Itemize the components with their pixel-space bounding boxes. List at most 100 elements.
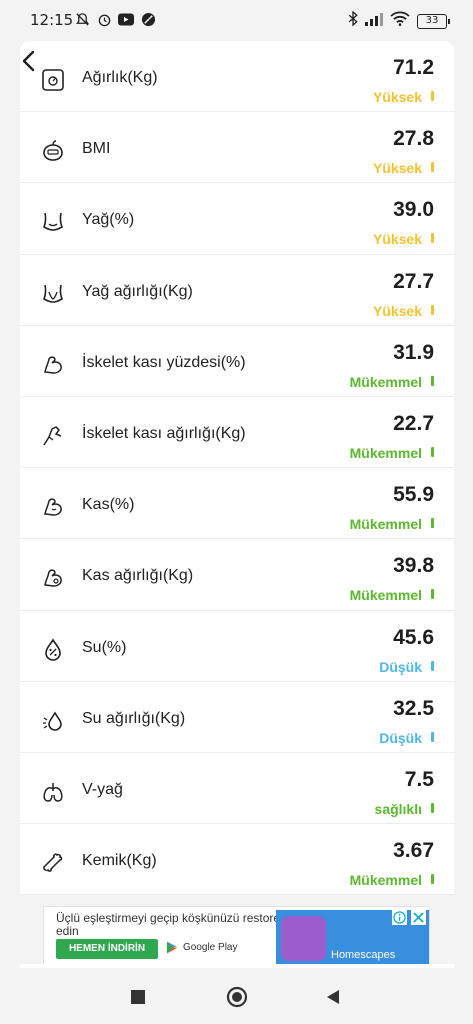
metric-label: V-yağ (82, 780, 123, 798)
signal-icon (365, 12, 383, 31)
metric-row[interactable]: Ağırlık(Kg) 71.2 Yüksek (20, 41, 454, 113)
battery-indicator: 33 (417, 13, 450, 29)
status-bar: 12:15 33 (0, 0, 473, 40)
metric-row[interactable]: Yağ ağırlığı(Kg) 27.7 Yüksek (20, 254, 454, 326)
home-icon (226, 986, 248, 1008)
status-indicator (431, 162, 434, 173)
metric-label: BMI (82, 140, 111, 158)
status-indicator (431, 589, 434, 600)
metric-status: Mükemmel (349, 587, 422, 604)
status-indicator (431, 446, 434, 457)
status-indicator (431, 233, 434, 244)
status-time: 12:15 (30, 11, 74, 29)
metric-value: 31.9 (393, 340, 434, 364)
metric-status: sağlıklı (374, 800, 422, 817)
metric-status: Düşük (379, 729, 422, 746)
metric-value: 71.2 (393, 56, 434, 79)
body-fat-icon (40, 209, 66, 235)
recent-apps-button[interactable] (125, 984, 151, 1010)
status-left-icons (74, 11, 156, 27)
ad-info-icon[interactable] (392, 910, 407, 925)
metric-row[interactable]: Su ağırlığı(Kg) 32.5 Düşük (20, 681, 454, 753)
metric-label: Kemik(Kg) (82, 852, 157, 870)
metric-label: İskelet kası yüzdesi(%) (82, 353, 246, 371)
metric-value: 7.5 (404, 767, 434, 791)
recent-apps-icon (131, 990, 145, 1004)
ad-text: Üçlü eşleştirmeyi geçip köşkünüzü restor… (56, 911, 281, 938)
ad-banner[interactable]: Üçlü eşleştirmeyi geçip köşkünüzü restor… (43, 906, 430, 966)
ad-store-label: Google Play (183, 942, 238, 953)
metric-row[interactable]: Kas ağırlığı(Kg) 39.8 Mükemmel (20, 539, 454, 611)
status-indicator (431, 304, 434, 315)
scale-icon (40, 67, 66, 93)
metrics-list: Ağırlık(Kg) 71.2 Yüksek BMI 27.8 Yüksek Yağ(%)… (20, 41, 454, 896)
bmi-icon (40, 138, 66, 164)
metric-row[interactable]: İskelet kası yüzdesi(%) 31.9 Mükemmel (20, 325, 454, 397)
youtube-icon (118, 11, 134, 27)
skeletal-muscle-weight-icon (40, 423, 66, 449)
ad-close-icon[interactable] (411, 910, 426, 925)
skeletal-muscle-icon (40, 352, 66, 378)
metric-value: 39.8 (393, 554, 434, 578)
metric-value: 22.7 (393, 411, 434, 435)
metric-label: Yağ(%) (82, 211, 135, 229)
status-indicator (431, 91, 434, 101)
home-button[interactable] (224, 984, 250, 1010)
ad-store-badge[interactable]: Google Play (166, 941, 237, 954)
metric-row[interactable]: Su(%) 45.6 Düşük (20, 610, 454, 682)
metric-status: Mükemmel (349, 872, 422, 889)
metric-label: Kas ağırlığı(Kg) (82, 567, 194, 585)
status-right-icons: 33 (348, 10, 450, 31)
metric-value: 27.8 (393, 127, 434, 151)
metric-row[interactable]: İskelet kası ağırlığı(Kg) 22.7 Mükemmel (20, 396, 454, 469)
visceral-fat-icon (40, 779, 66, 805)
metric-label: Ağırlık(Kg) (82, 69, 158, 86)
muscle-icon (40, 494, 66, 520)
ad-install-button[interactable]: HEMEN İNDİRİN (56, 939, 158, 959)
status-indicator (431, 874, 434, 885)
google-play-icon (167, 941, 178, 954)
metric-label: İskelet kası ağırlığı(Kg) (82, 424, 246, 442)
metric-value: 27.7 (393, 269, 434, 293)
back-icon (327, 990, 339, 1004)
metric-row[interactable]: V-yağ 7.5 sağlıklı (20, 752, 454, 825)
app-icon (140, 11, 156, 27)
chevron-left-icon (22, 50, 35, 72)
status-indicator (431, 660, 434, 671)
water-weight-icon (40, 708, 66, 734)
wifi-icon (390, 11, 410, 31)
status-indicator (431, 731, 434, 742)
metric-label: Su(%) (82, 638, 127, 656)
metric-value: 39.0 (393, 198, 434, 222)
metric-status: Mükemmel (349, 444, 422, 461)
back-button[interactable] (16, 48, 40, 74)
metric-value: 3.67 (393, 839, 434, 863)
metric-label: Su ağırlığı(Kg) (82, 709, 186, 727)
alarm-off-icon (74, 11, 90, 27)
metric-value: 55.9 (393, 483, 434, 507)
metric-status: Mükemmel (349, 516, 422, 533)
metric-row[interactable]: Kemik(Kg) 3.67 Mükemmel (20, 824, 454, 896)
metric-status: Yüksek (372, 160, 422, 177)
metric-row[interactable]: BMI 27.8 Yüksek (20, 112, 454, 184)
status-indicator (431, 375, 434, 386)
metric-label: Yağ ağırlığı(Kg) (82, 282, 193, 300)
metric-status: Mükemmel (349, 373, 422, 390)
navigation-bar (0, 968, 473, 1024)
metric-row[interactable]: Yağ(%) 39.0 Yüksek (20, 183, 454, 255)
alarm-clock-icon (96, 11, 112, 27)
metric-status: Yüksek (372, 89, 422, 105)
game-character-icon (281, 916, 326, 961)
metric-value: 32.5 (393, 696, 434, 720)
status-indicator (431, 802, 434, 813)
status-indicator (431, 518, 434, 529)
metric-status: Yüksek (372, 231, 422, 248)
bone-icon (40, 850, 66, 876)
water-drop-icon (40, 637, 66, 663)
metric-row[interactable]: Kas(%) 55.9 Mükemmel (20, 468, 454, 540)
ad-game-name: Homescapes (331, 949, 396, 961)
bluetooth-icon (348, 10, 358, 31)
nav-back-button[interactable] (320, 984, 346, 1010)
fat-weight-icon (40, 281, 66, 307)
metric-status: Düşük (379, 658, 422, 675)
